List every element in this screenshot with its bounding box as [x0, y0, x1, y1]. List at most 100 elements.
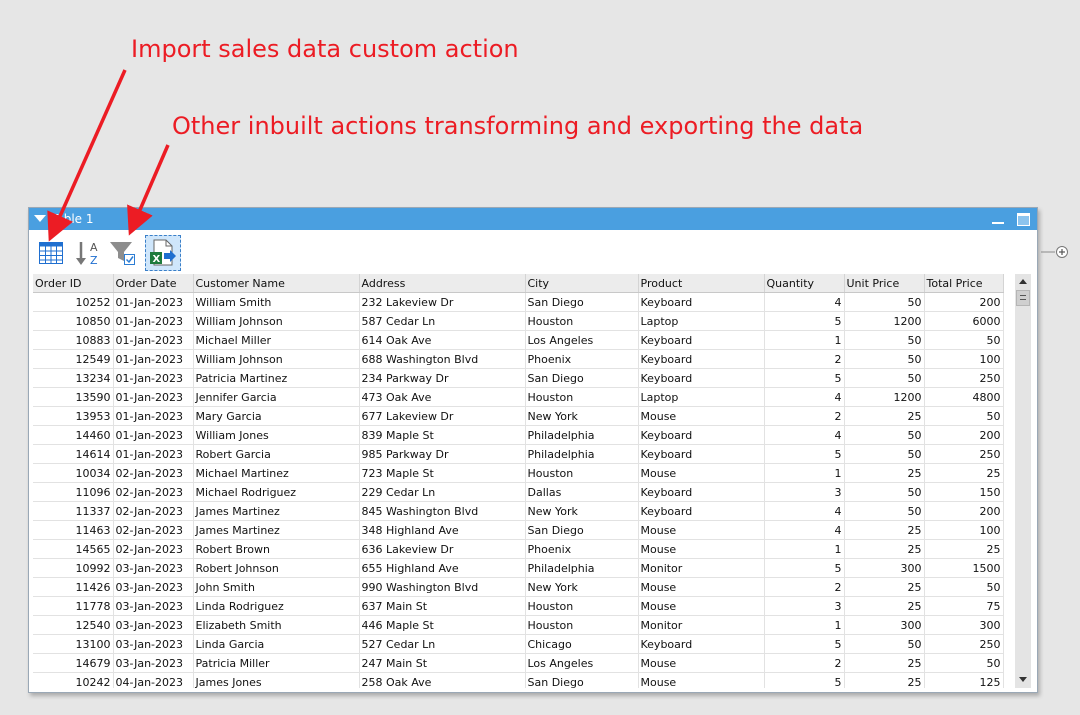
- sort-button[interactable]: A Z: [73, 237, 105, 269]
- table-cell[interactable]: 614 Oak Ave: [359, 330, 526, 350]
- table-cell[interactable]: James Martinez: [193, 501, 360, 521]
- table-cell[interactable]: Keyboard: [638, 292, 765, 312]
- column-header-total-price[interactable]: Total Price: [924, 274, 1004, 293]
- table-cell[interactable]: 01-Jan-2023: [113, 406, 194, 426]
- table-cell[interactable]: Los Angeles: [525, 330, 639, 350]
- table-cell[interactable]: 5: [764, 311, 845, 331]
- table-cell[interactable]: William Johnson: [193, 311, 360, 331]
- table-cell[interactable]: Mouse: [638, 596, 765, 616]
- minimize-button[interactable]: [992, 222, 1004, 224]
- table-cell[interactable]: 10252: [33, 292, 114, 312]
- table-cell[interactable]: 12549: [33, 349, 114, 369]
- table-cell[interactable]: 677 Lakeview Dr: [359, 406, 526, 426]
- table-cell[interactable]: Philadelphia: [525, 558, 639, 578]
- table-cell[interactable]: 03-Jan-2023: [113, 653, 194, 673]
- table-cell[interactable]: 25: [844, 653, 925, 673]
- table-cell[interactable]: Michael Rodriguez: [193, 482, 360, 502]
- table-cell[interactable]: 4: [764, 425, 845, 445]
- table-cell[interactable]: 03-Jan-2023: [113, 615, 194, 635]
- table-cell[interactable]: 50: [844, 330, 925, 350]
- table-cell[interactable]: Keyboard: [638, 501, 765, 521]
- table-cell[interactable]: 25: [924, 463, 1004, 483]
- table-cell[interactable]: 13100: [33, 634, 114, 654]
- table-cell[interactable]: 232 Lakeview Dr: [359, 292, 526, 312]
- table-row[interactable]: 11337 02-Jan-2023 James Martinez 845 Washin…: [33, 501, 1004, 521]
- add-connector-icon[interactable]: [1041, 245, 1077, 259]
- table-cell[interactable]: Los Angeles: [525, 653, 639, 673]
- table-cell[interactable]: 03-Jan-2023: [113, 558, 194, 578]
- column-header-order-date[interactable]: Order Date: [113, 274, 194, 293]
- table-cell[interactable]: 01-Jan-2023: [113, 444, 194, 464]
- table-cell[interactable]: Laptop: [638, 311, 765, 331]
- import-sales-data-button[interactable]: [35, 237, 67, 269]
- collapse-icon[interactable]: [34, 215, 46, 222]
- scroll-up-icon[interactable]: [1019, 279, 1027, 284]
- table-cell[interactable]: 50: [924, 406, 1004, 426]
- table-cell[interactable]: 01-Jan-2023: [113, 387, 194, 407]
- table-cell[interactable]: Mouse: [638, 406, 765, 426]
- export-excel-button[interactable]: X: [145, 235, 181, 271]
- table-cell[interactable]: 200: [924, 501, 1004, 521]
- table-cell[interactable]: Houston: [525, 596, 639, 616]
- table-cell[interactable]: Robert Garcia: [193, 444, 360, 464]
- table-cell[interactable]: 2: [764, 577, 845, 597]
- table-cell[interactable]: 50: [844, 425, 925, 445]
- table-cell[interactable]: 348 Highland Ave: [359, 520, 526, 540]
- table-cell[interactable]: Philadelphia: [525, 425, 639, 445]
- table-cell[interactable]: 446 Maple St: [359, 615, 526, 635]
- table-cell[interactable]: 02-Jan-2023: [113, 482, 194, 502]
- table-cell[interactable]: 75: [924, 596, 1004, 616]
- table-row[interactable]: 10242 04-Jan-2023 James Jones 258 Oak Ave Sa…: [33, 672, 1004, 688]
- table-cell[interactable]: 100: [924, 349, 1004, 369]
- table-cell[interactable]: 4: [764, 501, 845, 521]
- table-cell[interactable]: 5: [764, 558, 845, 578]
- table-cell[interactable]: Chicago: [525, 634, 639, 654]
- table-cell[interactable]: 50: [844, 634, 925, 654]
- table-cell[interactable]: 5: [764, 368, 845, 388]
- table-cell[interactable]: 637 Main St: [359, 596, 526, 616]
- table-cell[interactable]: 258 Oak Ave: [359, 672, 526, 688]
- table-cell[interactable]: 10883: [33, 330, 114, 350]
- table-cell[interactable]: 3: [764, 482, 845, 502]
- table-cell[interactable]: Mouse: [638, 520, 765, 540]
- table-cell[interactable]: Houston: [525, 387, 639, 407]
- table-cell[interactable]: 01-Jan-2023: [113, 425, 194, 445]
- table-cell[interactable]: 10850: [33, 311, 114, 331]
- table-cell[interactable]: Keyboard: [638, 368, 765, 388]
- table-cell[interactable]: 229 Cedar Ln: [359, 482, 526, 502]
- table-cell[interactable]: Houston: [525, 311, 639, 331]
- table-cell[interactable]: 02-Jan-2023: [113, 501, 194, 521]
- table-cell[interactable]: Mouse: [638, 653, 765, 673]
- table-cell[interactable]: 50: [844, 501, 925, 521]
- table-cell[interactable]: 01-Jan-2023: [113, 368, 194, 388]
- table-cell[interactable]: William Johnson: [193, 349, 360, 369]
- table-cell[interactable]: 1200: [844, 311, 925, 331]
- table-cell[interactable]: 03-Jan-2023: [113, 577, 194, 597]
- table-cell[interactable]: 250: [924, 444, 1004, 464]
- table-cell[interactable]: Keyboard: [638, 482, 765, 502]
- scroll-down-icon[interactable]: [1019, 677, 1027, 682]
- table-row[interactable]: 10034 02-Jan-2023 Michael Martinez 723 Mapl…: [33, 463, 1004, 483]
- table-cell[interactable]: San Diego: [525, 672, 639, 688]
- table-cell[interactable]: 11463: [33, 520, 114, 540]
- table-row[interactable]: 14565 02-Jan-2023 Robert Brown 636 Lakeview…: [33, 539, 1004, 559]
- table-row[interactable]: 14679 03-Jan-2023 Patricia Miller 247 Main …: [33, 653, 1004, 673]
- table-cell[interactable]: 13590: [33, 387, 114, 407]
- table-cell[interactable]: Michael Martinez: [193, 463, 360, 483]
- table-cell[interactable]: 01-Jan-2023: [113, 311, 194, 331]
- table-cell[interactable]: 5: [764, 444, 845, 464]
- table-row[interactable]: 11426 03-Jan-2023 John Smith 990 Washington…: [33, 577, 1004, 597]
- table-cell[interactable]: Elizabeth Smith: [193, 615, 360, 635]
- table-cell[interactable]: 50: [844, 292, 925, 312]
- maximize-button[interactable]: [1017, 213, 1030, 226]
- table-cell[interactable]: John Smith: [193, 577, 360, 597]
- table-row[interactable]: 14614 01-Jan-2023 Robert Garcia 985 Parkway…: [33, 444, 1004, 464]
- table-cell[interactable]: 10992: [33, 558, 114, 578]
- table-cell[interactable]: Phoenix: [525, 539, 639, 559]
- table-row[interactable]: 11778 03-Jan-2023 Linda Rodriguez 637 Main …: [33, 596, 1004, 616]
- column-header-address[interactable]: Address: [359, 274, 526, 293]
- table-cell[interactable]: Keyboard: [638, 634, 765, 654]
- table-cell[interactable]: 250: [924, 634, 1004, 654]
- table-cell[interactable]: 50: [844, 368, 925, 388]
- table-cell[interactable]: 1: [764, 330, 845, 350]
